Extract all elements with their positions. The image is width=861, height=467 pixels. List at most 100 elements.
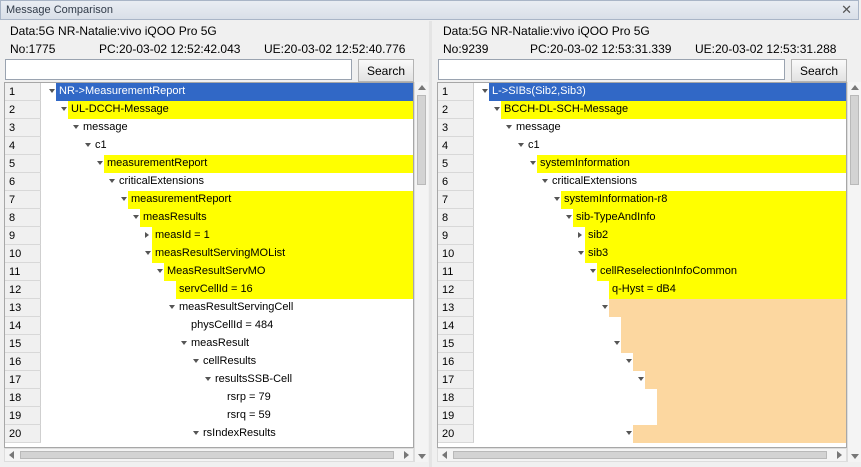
scroll-right-icon[interactable]: [404, 451, 409, 459]
tree-row[interactable]: 15 measResult: [5, 335, 413, 353]
tree-cell[interactable]: measResult: [41, 335, 413, 353]
scroll-left-icon[interactable]: [442, 451, 447, 459]
left-vertical-scrollbar[interactable]: [414, 82, 428, 462]
tree-cell[interactable]: q-Hyst = dB4: [474, 281, 846, 299]
tree-row[interactable]: 6 criticalExtensions: [438, 173, 846, 191]
tree-cell[interactable]: measurementReport: [41, 155, 413, 173]
triangle-down-icon[interactable]: [85, 143, 91, 147]
tree-cell[interactable]: cellResults: [41, 353, 413, 371]
tree-cell[interactable]: physCellId = 484: [41, 317, 413, 335]
scroll-up-icon[interactable]: [851, 85, 859, 90]
tree-row[interactable]: 3 message: [5, 119, 413, 137]
triangle-down-icon[interactable]: [193, 359, 199, 363]
pane-splitter[interactable]: [429, 21, 432, 467]
tree-row[interactable]: 2 BCCH-DL-SCH-Message: [438, 101, 846, 119]
tree-cell[interactable]: message: [41, 119, 413, 137]
tree-cell[interactable]: measurementReport: [41, 191, 413, 209]
triangle-down-icon[interactable]: [181, 341, 187, 345]
tree-row[interactable]: 5 systemInformation: [438, 155, 846, 173]
tree-row[interactable]: 15: [438, 335, 846, 353]
tree-cell[interactable]: measId = 1: [41, 227, 413, 245]
tree-cell[interactable]: [474, 299, 846, 317]
triangle-down-icon[interactable]: [97, 161, 103, 165]
tree-row[interactable]: 17 resultsSSB-Cell: [5, 371, 413, 389]
right-message-tree[interactable]: 1 L->SIBs(Sib2,Sib3) 2 BCCH-DL-SCH-Message 3…: [437, 82, 847, 448]
tree-row[interactable]: 4 c1: [5, 137, 413, 155]
tree-row[interactable]: 13 measResultServingCell: [5, 299, 413, 317]
scroll-right-icon[interactable]: [837, 451, 842, 459]
triangle-down-icon[interactable]: [602, 305, 608, 309]
triangle-down-icon[interactable]: [482, 89, 488, 93]
tree-row[interactable]: 20: [438, 425, 846, 443]
left-horizontal-scrollbar[interactable]: [4, 448, 414, 462]
tree-row[interactable]: 12 servCellId = 16: [5, 281, 413, 299]
triangle-down-icon[interactable]: [133, 215, 139, 219]
scroll-up-icon[interactable]: [418, 85, 426, 90]
tree-cell[interactable]: criticalExtensions: [474, 173, 846, 191]
tree-cell[interactable]: [474, 317, 846, 335]
triangle-down-icon[interactable]: [494, 107, 500, 111]
tree-cell[interactable]: measResults: [41, 209, 413, 227]
triangle-down-icon[interactable]: [614, 341, 620, 345]
triangle-down-icon[interactable]: [578, 251, 584, 255]
tree-row[interactable]: 5 measurementReport: [5, 155, 413, 173]
tree-row[interactable]: 7 systemInformation-r8: [438, 191, 846, 209]
scroll-down-icon[interactable]: [851, 454, 859, 459]
tree-row[interactable]: 1 L->SIBs(Sib2,Sib3): [438, 83, 846, 101]
tree-row[interactable]: 8 measResults: [5, 209, 413, 227]
tree-row[interactable]: 19: [438, 407, 846, 425]
tree-row[interactable]: 16: [438, 353, 846, 371]
tree-cell[interactable]: c1: [41, 137, 413, 155]
triangle-down-icon[interactable]: [518, 143, 524, 147]
tree-cell[interactable]: UL-DCCH-Message: [41, 101, 413, 119]
tree-row[interactable]: 6 criticalExtensions: [5, 173, 413, 191]
right-search-button[interactable]: Search: [791, 59, 847, 82]
triangle-down-icon[interactable]: [73, 125, 79, 129]
tree-cell[interactable]: criticalExtensions: [41, 173, 413, 191]
tree-cell[interactable]: servCellId = 16: [41, 281, 413, 299]
triangle-down-icon[interactable]: [638, 377, 644, 381]
tree-row[interactable]: 12 q-Hyst = dB4: [438, 281, 846, 299]
tree-row[interactable]: 1 NR->MeasurementReport: [5, 83, 413, 101]
triangle-down-icon[interactable]: [626, 359, 632, 363]
scroll-thumb[interactable]: [850, 95, 859, 185]
tree-cell[interactable]: [474, 371, 846, 389]
tree-row[interactable]: 16 cellResults: [5, 353, 413, 371]
tree-row[interactable]: 18: [438, 389, 846, 407]
triangle-down-icon[interactable]: [121, 197, 127, 201]
left-search-button[interactable]: Search: [358, 59, 414, 82]
tree-row[interactable]: 14: [438, 317, 846, 335]
tree-row[interactable]: 4 c1: [438, 137, 846, 155]
left-search-input[interactable]: [5, 59, 352, 80]
triangle-down-icon[interactable]: [566, 215, 572, 219]
triangle-down-icon[interactable]: [169, 305, 175, 309]
tree-row[interactable]: 10 sib3: [438, 245, 846, 263]
tree-row[interactable]: 8 sib-TypeAndInfo: [438, 209, 846, 227]
tree-row[interactable]: 3 message: [438, 119, 846, 137]
scroll-thumb[interactable]: [417, 95, 426, 185]
tree-row[interactable]: 18 rsrp = 79: [5, 389, 413, 407]
tree-cell[interactable]: [474, 353, 846, 371]
triangle-down-icon[interactable]: [109, 179, 115, 183]
triangle-down-icon[interactable]: [145, 251, 151, 255]
tree-cell[interactable]: systemInformation: [474, 155, 846, 173]
tree-cell[interactable]: sib3: [474, 245, 846, 263]
tree-cell[interactable]: c1: [474, 137, 846, 155]
triangle-down-icon[interactable]: [506, 125, 512, 129]
tree-row[interactable]: 13: [438, 299, 846, 317]
tree-cell[interactable]: [474, 335, 846, 353]
right-horizontal-scrollbar[interactable]: [437, 448, 847, 462]
tree-row[interactable]: 14 physCellId = 484: [5, 317, 413, 335]
right-vertical-scrollbar[interactable]: [847, 82, 861, 462]
tree-row[interactable]: 2 UL-DCCH-Message: [5, 101, 413, 119]
tree-cell[interactable]: rsrq = 59: [41, 407, 413, 425]
triangle-down-icon[interactable]: [626, 431, 632, 435]
tree-row[interactable]: 11 MeasResultServMO: [5, 263, 413, 281]
tree-row[interactable]: 9 sib2: [438, 227, 846, 245]
tree-cell[interactable]: message: [474, 119, 846, 137]
tree-cell[interactable]: rsrp = 79: [41, 389, 413, 407]
tree-cell[interactable]: sib2: [474, 227, 846, 245]
tree-cell[interactable]: rsIndexResults: [41, 425, 413, 443]
right-search-input[interactable]: [438, 59, 785, 80]
triangle-down-icon[interactable]: [205, 377, 211, 381]
